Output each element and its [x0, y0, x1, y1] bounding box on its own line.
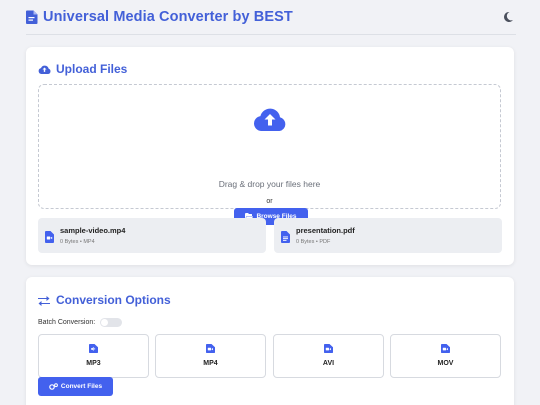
document-file-icon — [281, 230, 290, 243]
conversion-options-card: Conversion Options Batch Conversion: MP3… — [26, 277, 514, 405]
moon-icon[interactable] — [502, 11, 514, 23]
video-file-icon — [441, 344, 450, 353]
format-label: AVI — [322, 360, 335, 367]
video-file-icon — [45, 230, 54, 243]
convert-files-button[interactable]: Convert Files — [38, 377, 113, 396]
file-meta: 0 Bytes • PDF — [296, 239, 331, 245]
video-file-icon — [324, 344, 333, 353]
audio-file-icon — [89, 344, 98, 353]
app-title: Universal Media Converter by BEST — [43, 9, 293, 25]
upload-title-text: Upload Files — [56, 62, 128, 76]
format-label: MP4 — [203, 360, 218, 367]
format-label: MOV — [437, 360, 454, 367]
conversion-title-text: Conversion Options — [56, 293, 171, 307]
batch-conversion-label: Batch Conversion: — [38, 319, 96, 326]
format-option-mp4[interactable]: MP4 — [155, 334, 266, 378]
file-name: presentation.pdf — [296, 226, 355, 235]
app-header: Universal Media Converter by BEST — [26, 0, 516, 35]
format-option-mov[interactable]: MOV — [390, 334, 501, 378]
dropzone[interactable]: Drag & drop your files here or Browse Fi… — [38, 84, 501, 225]
format-option-mp3[interactable]: MP3 — [38, 334, 149, 378]
file-meta: 0 Bytes • MP4 — [60, 239, 95, 245]
convert-files-label: Convert Files — [60, 383, 103, 390]
batch-conversion-row: Batch Conversion: — [38, 318, 123, 327]
file-icon — [26, 10, 38, 24]
video-file-icon — [206, 344, 215, 353]
upload-card: Upload Files Drag & drop your files here… — [26, 47, 514, 265]
exchange-arrows-icon — [38, 295, 51, 306]
upload-section-title: Upload Files — [38, 62, 127, 76]
dropzone-instructions: Drag & drop your files here — [218, 179, 321, 189]
cloud-upload-icon — [38, 64, 51, 75]
file-item[interactable]: presentation.pdf 0 Bytes • PDF — [274, 218, 502, 253]
batch-conversion-toggle[interactable] — [100, 318, 123, 327]
format-label: MP3 — [86, 360, 101, 367]
gears-icon — [49, 383, 58, 390]
format-option-avi[interactable]: AVI — [273, 334, 384, 378]
conversion-section-title: Conversion Options — [38, 293, 171, 307]
cloud-upload-icon — [253, 106, 287, 132]
file-item[interactable]: sample-video.mp4 0 Bytes • MP4 — [38, 218, 266, 253]
file-name: sample-video.mp4 — [60, 226, 126, 235]
or-separator: or — [266, 198, 273, 205]
